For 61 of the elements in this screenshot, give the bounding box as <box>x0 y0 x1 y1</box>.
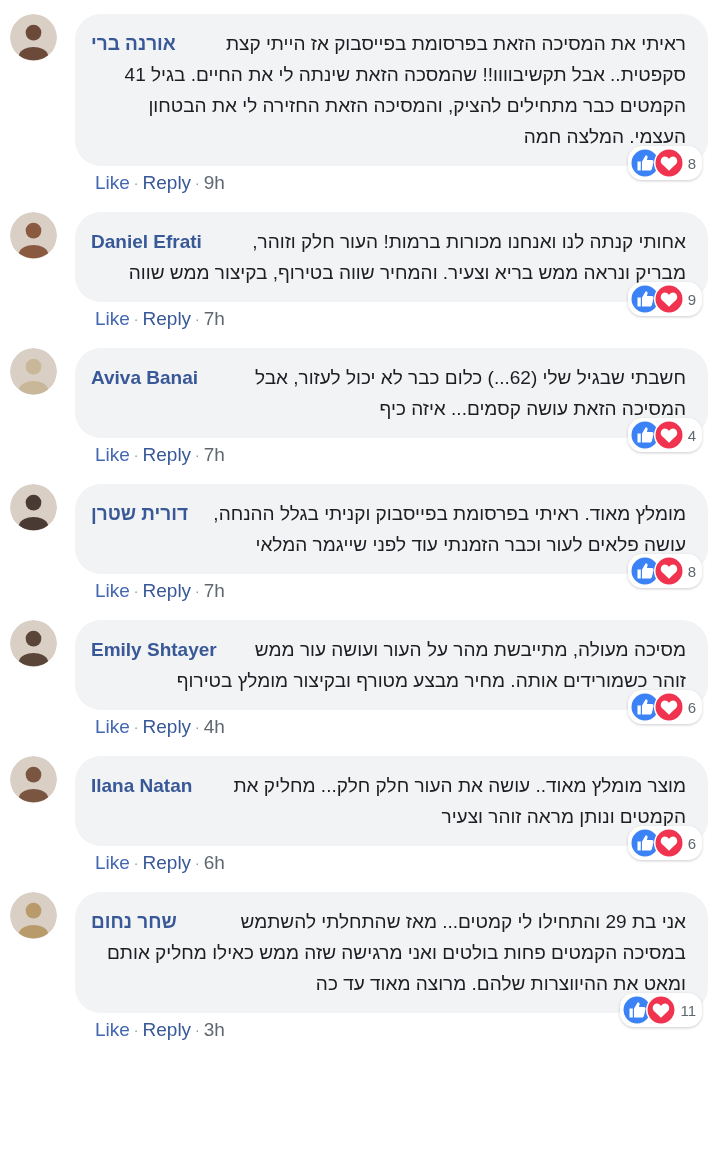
reactions-badge[interactable]: 6 <box>627 690 702 724</box>
avatar-icon[interactable] <box>10 756 57 803</box>
avatar-icon[interactable] <box>10 212 57 259</box>
reply-link[interactable]: Reply <box>142 172 192 194</box>
separator-dot: · <box>133 719 139 735</box>
reply-link[interactable]: Reply <box>142 852 192 874</box>
like-link[interactable]: Like <box>95 444 130 466</box>
reactions-badge[interactable]: 8 <box>627 554 702 588</box>
author-name[interactable]: Aviva Banai <box>91 362 198 393</box>
separator-dot: · <box>133 447 139 463</box>
avatar-icon[interactable] <box>10 14 57 61</box>
like-link[interactable]: Like <box>95 308 130 330</box>
reactions-badge[interactable]: 9 <box>627 282 702 316</box>
like-link[interactable]: Like <box>95 1019 130 1041</box>
like-link[interactable]: Like <box>95 716 130 738</box>
reply-link[interactable]: Reply <box>142 716 192 738</box>
author-name[interactable]: Daniel Efrati <box>91 226 202 257</box>
like-link[interactable]: Like <box>95 852 130 874</box>
author-name[interactable]: דורית שטרן <box>91 498 189 529</box>
like-link[interactable]: Like <box>95 580 130 602</box>
separator-dot: · <box>195 583 200 599</box>
reaction-count: 6 <box>687 834 696 852</box>
reply-link[interactable]: Reply <box>142 1019 192 1041</box>
reaction-count: 4 <box>687 426 696 444</box>
reaction-count: 8 <box>687 154 696 172</box>
separator-dot: · <box>133 311 139 327</box>
separator-dot: · <box>195 855 200 871</box>
reactions-badge[interactable]: 4 <box>627 418 702 452</box>
separator-dot: · <box>133 583 139 599</box>
separator-dot: · <box>195 1022 200 1038</box>
author-name[interactable]: Ilana Natan <box>91 770 193 801</box>
separator-dot: · <box>133 855 139 871</box>
author-name[interactable]: שחר נחום <box>91 906 177 937</box>
reaction-count: 11 <box>680 1001 696 1019</box>
reply-link[interactable]: Reply <box>142 308 192 330</box>
reply-link[interactable]: Reply <box>142 580 192 602</box>
reaction-count: 8 <box>687 562 696 580</box>
reaction-count: 9 <box>687 290 696 308</box>
separator-dot: · <box>195 447 200 463</box>
comment-time: 9h <box>203 172 225 194</box>
comment-time: 3h <box>203 1019 225 1041</box>
separator-dot: · <box>133 175 139 191</box>
comment-time: 7h <box>203 444 225 466</box>
reactions-badge[interactable]: 6 <box>627 826 702 860</box>
avatar-icon[interactable] <box>10 484 57 531</box>
separator-dot: · <box>195 311 200 327</box>
comment-time: 7h <box>203 308 225 330</box>
comment-time: 6h <box>203 852 225 874</box>
author-name[interactable]: Emily Shtayer <box>91 634 217 665</box>
avatar-icon[interactable] <box>10 620 57 667</box>
comment-time: 7h <box>203 580 225 602</box>
like-link[interactable]: Like <box>95 172 130 194</box>
reply-link[interactable]: Reply <box>142 444 192 466</box>
separator-dot: · <box>195 719 200 735</box>
author-name[interactable]: אורנה ברי <box>91 28 176 59</box>
reactions-badge[interactable]: 11 <box>620 993 702 1027</box>
reactions-badge[interactable]: 8 <box>627 146 702 180</box>
separator-dot: · <box>133 1022 139 1038</box>
comment-time: 4h <box>203 716 225 738</box>
separator-dot: · <box>195 175 200 191</box>
reaction-count: 6 <box>687 698 696 716</box>
